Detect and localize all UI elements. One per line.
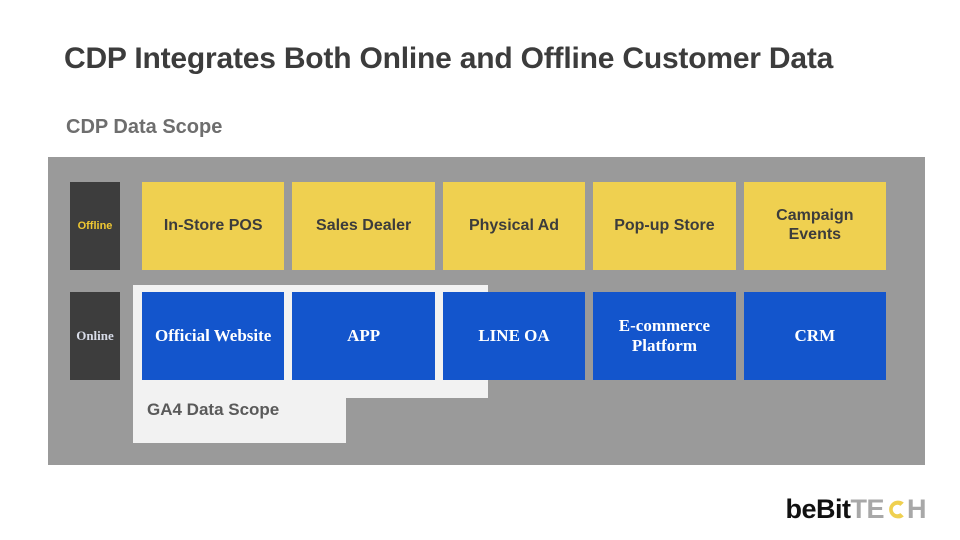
channel-box-campaign-events[interactable]: Campaign Events — [743, 182, 887, 270]
page-title: CDP Integrates Both Online and Offline C… — [64, 42, 834, 75]
channel-box-list-offline: In-Store POS Sales Dealer Physical Ad Po… — [142, 182, 887, 270]
row-label-offline: Offline — [70, 182, 120, 270]
channel-box-e-commerce-platform[interactable]: E-commerce Platform — [593, 292, 736, 380]
brand-logo: beBit TE H — [785, 496, 926, 523]
brand-logo-te-text: TE — [850, 494, 884, 524]
channel-box-list-online: Official Website APP LINE OA E-commerce … — [142, 292, 887, 380]
ga4-scope-label: GA4 Data Scope — [147, 400, 280, 419]
brand-logo-h-text: H — [907, 494, 927, 524]
channel-box-sales-dealer[interactable]: Sales Dealer — [292, 182, 435, 270]
channel-box-crm[interactable]: CRM — [743, 292, 887, 380]
channel-box-in-store-pos[interactable]: In-Store POS — [142, 182, 285, 270]
channel-box-official-website[interactable]: Official Website — [142, 292, 285, 380]
channel-box-pop-up-store[interactable]: Pop-up Store — [593, 182, 736, 270]
section-subtitle: CDP Data Scope — [66, 116, 223, 138]
brand-logo-bebit-text: beBit — [785, 494, 851, 524]
channel-box-physical-ad[interactable]: Physical Ad — [442, 182, 586, 270]
channel-box-app[interactable]: APP — [292, 292, 435, 380]
channel-box-line-oa[interactable]: LINE OA — [442, 292, 586, 380]
c-letter-ring-icon — [885, 498, 906, 519]
row-label-online: Online — [70, 292, 120, 380]
